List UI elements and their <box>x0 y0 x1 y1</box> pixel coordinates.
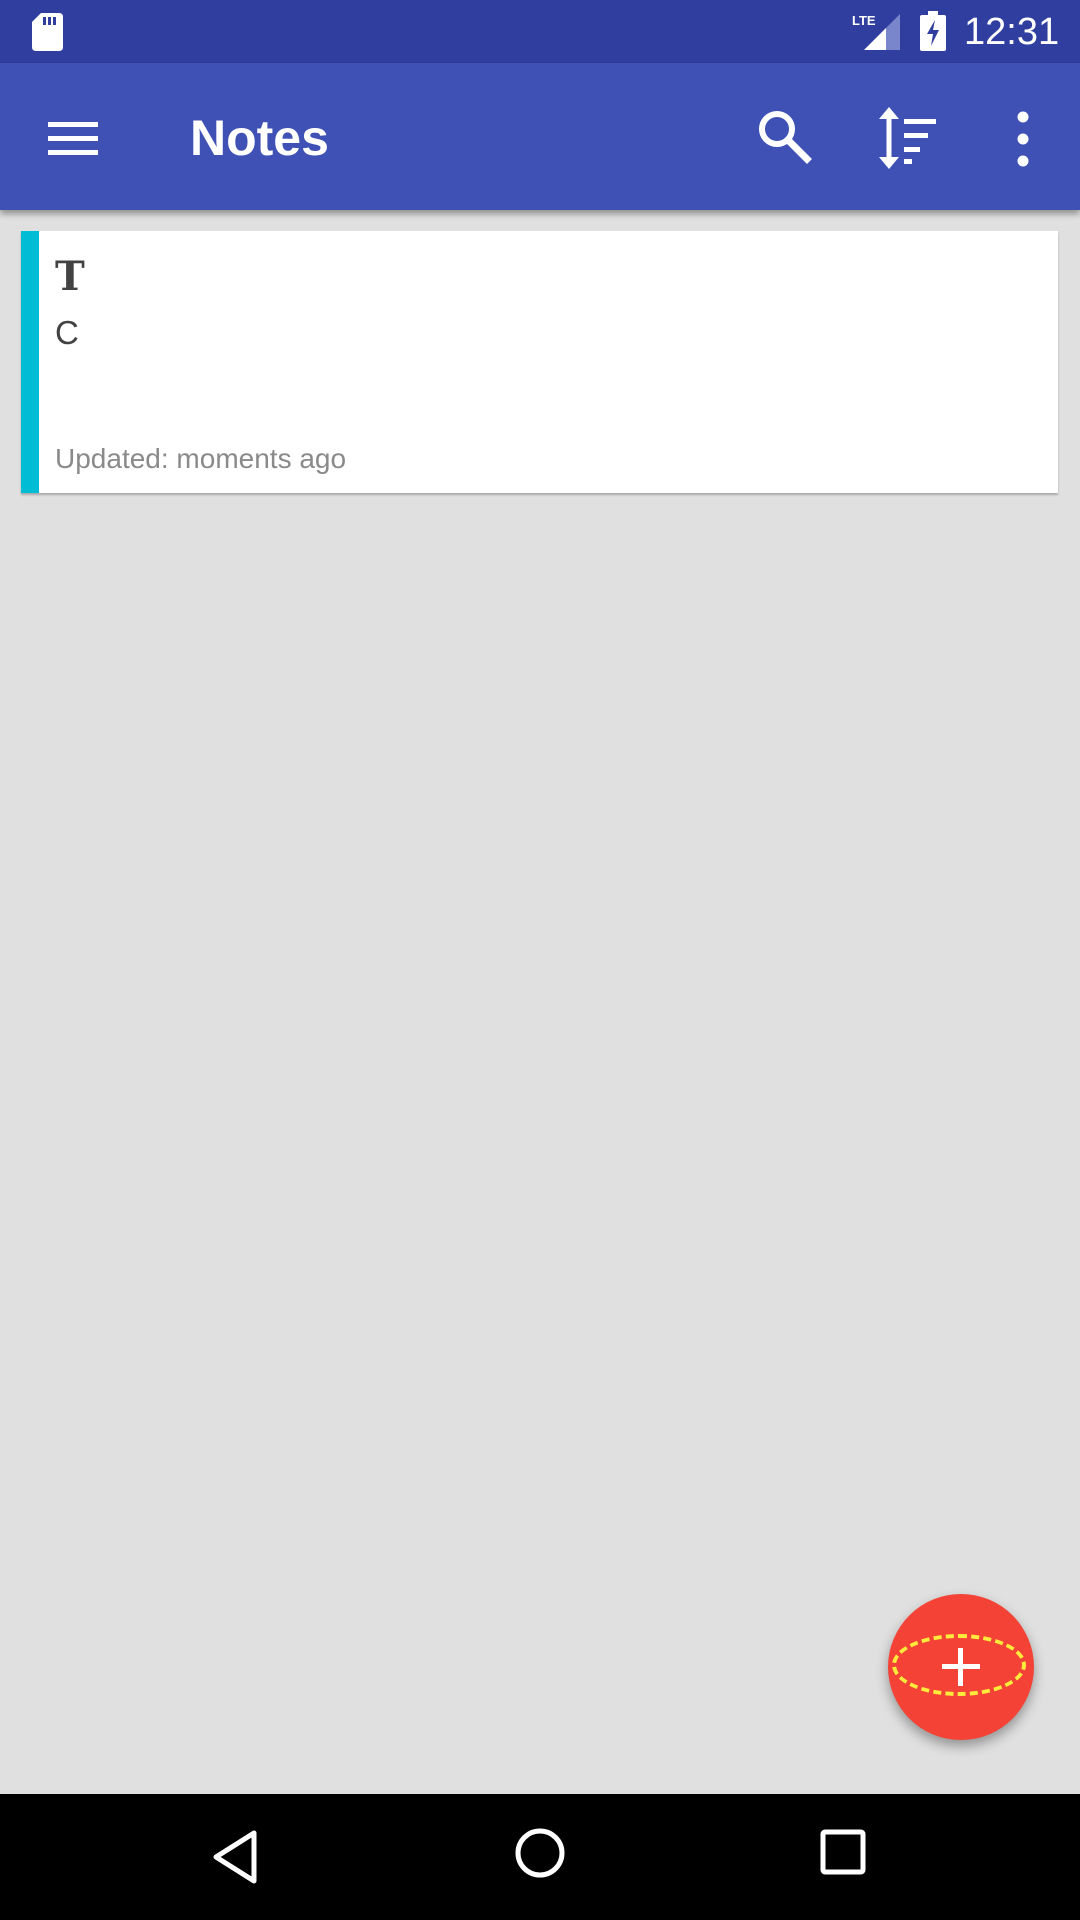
status-clock: 12:31 <box>964 11 1060 53</box>
note-card[interactable]: T C Updated: moments ago <box>21 231 1058 493</box>
sort-icon[interactable] <box>876 107 940 169</box>
recents-icon[interactable] <box>820 1829 866 1875</box>
search-icon[interactable] <box>752 105 816 169</box>
note-color-accent <box>21 231 39 493</box>
app-title: Notes <box>190 110 329 166</box>
battery-charging-icon <box>920 11 946 51</box>
note-title: T <box>55 253 85 300</box>
note-content: C <box>55 314 79 351</box>
status-bar: LTE 12:31 <box>0 0 1080 63</box>
back-icon[interactable] <box>210 1827 260 1887</box>
add-note-button[interactable] <box>888 1594 1034 1740</box>
menu-icon[interactable] <box>40 108 105 168</box>
note-updated-time: Updated: moments ago <box>55 443 347 474</box>
sd-card-icon <box>32 13 63 51</box>
plus-icon <box>942 1648 980 1686</box>
navigation-bar <box>0 1794 1080 1920</box>
lte-signal-icon: LTE <box>852 13 900 50</box>
more-vert-icon[interactable] <box>998 107 1048 171</box>
lte-label: LTE <box>852 13 876 28</box>
app-bar: Notes <box>0 63 1080 210</box>
home-icon[interactable] <box>514 1827 566 1879</box>
notes-screen: LTE 12:31 Notes T C Updated: moments ago <box>0 0 1080 1920</box>
